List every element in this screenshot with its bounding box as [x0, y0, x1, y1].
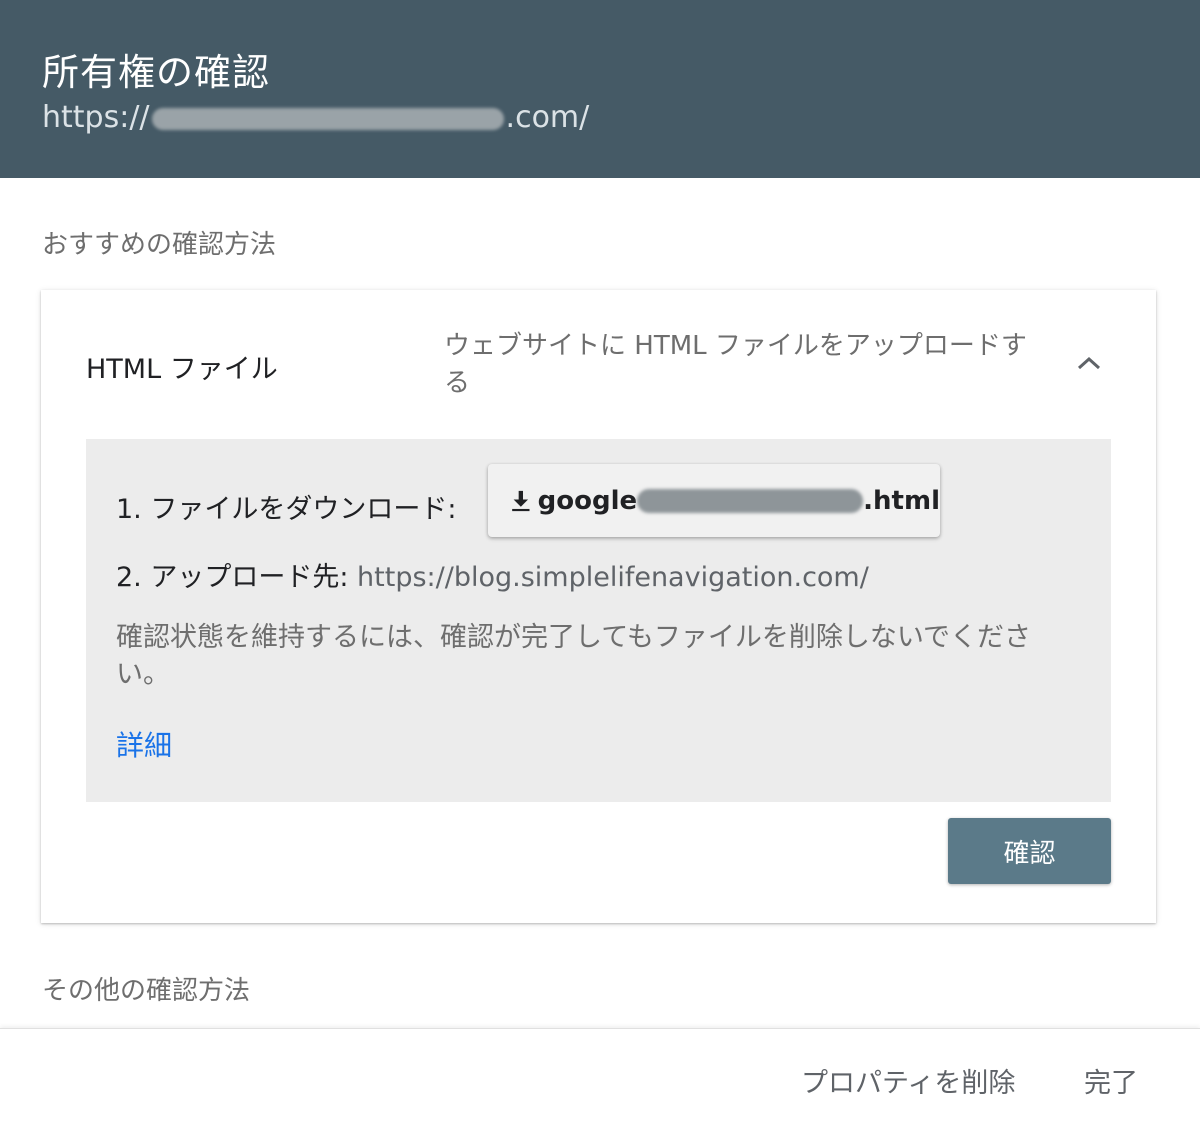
download-filename-prefix: google: [537, 485, 638, 516]
dialog-title: 所有権の確認: [42, 51, 270, 94]
method-description: ウェブサイトに HTML ファイルをアップロードする: [444, 331, 1027, 398]
redacted-filename: [637, 489, 864, 513]
verify-button[interactable]: 確認: [948, 818, 1111, 884]
download-filename: google .html: [538, 486, 940, 516]
step1-label: 1. ファイルをダウンロード:: [116, 494, 457, 525]
html-file-method-card: HTML ファイル ウェブサイトに HTML ファイルをアップロードする 1. …: [41, 290, 1156, 923]
upload-destination-url: https://blog.simplelifenavigation.com/: [357, 562, 869, 593]
download-filename-suffix: .html: [863, 485, 940, 516]
details-link[interactable]: 詳細: [116, 724, 172, 764]
recommended-methods-label: おすすめの確認方法: [42, 230, 277, 260]
property-url: https:// .com/: [42, 100, 589, 135]
done-button[interactable]: 完了: [1084, 1061, 1138, 1100]
property-url-prefix: https://: [42, 100, 150, 135]
redacted-domain: [151, 107, 504, 130]
download-icon: [512, 490, 530, 511]
step2-line: 2. アップロード先: https://blog.simplelifenavig…: [116, 555, 869, 594]
chevron-up-icon: [1077, 356, 1101, 370]
download-file-button[interactable]: google .html: [488, 464, 940, 537]
instructions-panel: 1. ファイルをダウンロード: google .html 2. アップロード先: …: [86, 439, 1111, 802]
dialog-footer: プロパティを削除 完了: [0, 1028, 1200, 1124]
step2-label: 2. アップロード先:: [116, 562, 349, 593]
keep-file-note: 確認状態を維持するには、確認が完了してもファイルを削除しないでください。: [116, 622, 1032, 690]
collapse-toggle[interactable]: [1071, 345, 1107, 381]
dialog-header: 所有権の確認 https:// .com/: [0, 0, 1200, 178]
remove-property-button[interactable]: プロパティを削除: [801, 1061, 1015, 1100]
method-title: HTML ファイル: [86, 354, 278, 385]
other-methods-label: その他の確認方法: [42, 976, 251, 1006]
property-url-suffix: .com/: [505, 100, 590, 135]
verify-ownership-dialog: 所有権の確認 https:// .com/ おすすめの確認方法 HTML ファイル…: [0, 0, 1200, 1124]
